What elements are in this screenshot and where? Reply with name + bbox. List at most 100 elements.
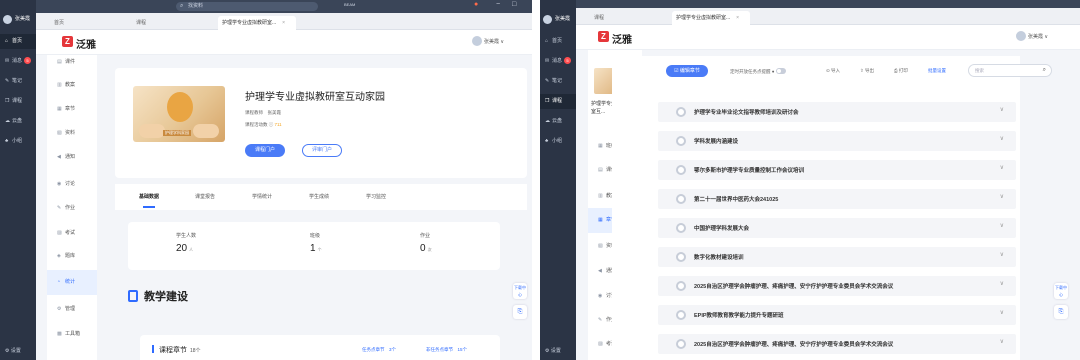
settings-button[interactable]: ⚙ 设置 [5, 347, 21, 354]
close-icon[interactable]: × [282, 20, 285, 26]
user-profile[interactable]: 张美霞 [543, 14, 570, 25]
chapter-row[interactable]: 数字化教材建设培训 ∨ [658, 247, 1016, 267]
stat-students[interactable]: 学生人数 20 人 [176, 232, 196, 254]
nav-item-lesson-plan[interactable]: ▥ 教案 [47, 73, 97, 98]
tab-courses[interactable]: 课程 [132, 16, 150, 30]
course-portal-button[interactable]: 课程门户 [245, 144, 285, 157]
sidebar-item-cloud[interactable]: ☁ 云盘 [0, 114, 36, 129]
sidebar-item-groups[interactable]: ♣ 小组 [540, 134, 576, 149]
task-chapter-link[interactable]: 任务点章节 3个 [362, 347, 396, 353]
tab-courses[interactable]: 课程 [590, 11, 608, 25]
sidebar-item-courses[interactable]: ❒ 课程 [0, 94, 36, 109]
stat-homework[interactable]: 作业 0 次 [420, 232, 432, 254]
sidebar-item-messages[interactable]: ✉ 消息 5 [0, 54, 36, 69]
nav-item-notices[interactable]: ◀ 通知 [47, 145, 97, 170]
folder-icon: ▧ [598, 243, 603, 249]
chevron-down-icon[interactable]: ∨ [1000, 164, 1004, 171]
toggle-switch[interactable] [776, 68, 787, 74]
sidebar-item-cloud[interactable]: ☁ 云盘 [540, 114, 576, 129]
header-user-menu[interactable]: 张美霞 ∨ [1016, 31, 1048, 41]
chapter-row[interactable]: 护理学专业毕业论文指导教师培训及研讨会 ∨ [658, 102, 1016, 122]
download-center-button[interactable]: 下载中心 [1054, 283, 1068, 299]
nav-item-statistics[interactable]: ◔ 统计 [47, 270, 97, 295]
nav-item-toolbox[interactable]: ▩ 工具箱 [47, 322, 97, 347]
tab-course-detail[interactable]: 护理学专业虚拟教研室... × [218, 16, 296, 30]
maximize-icon[interactable]: □ [512, 1, 516, 8]
sidebar-item-groups[interactable]: ♣ 小组 [0, 134, 36, 149]
tab-course-detail[interactable]: 护理学专业虚拟教研室... × [672, 11, 750, 25]
tab-class-report[interactable]: 课堂报告 [195, 193, 215, 200]
chapter-status-icon [676, 310, 686, 320]
batch-settings-button[interactable]: 批量设置 [928, 68, 946, 74]
copy-icon[interactable]: ⎘ [513, 305, 527, 319]
copy-icon[interactable]: ⎘ [1054, 305, 1068, 319]
sidebar-item-home[interactable]: ⌂ 首页 [540, 34, 576, 49]
avatar-dot-icon[interactable]: ● [474, 1, 478, 8]
sidebar-item-notes[interactable]: ✎ 笔记 [0, 74, 36, 89]
chevron-down-icon[interactable]: ∨ [1000, 280, 1004, 287]
sidebar-item-notes[interactable]: ✎ 笔记 [540, 74, 576, 89]
group-icon: ♣ [545, 138, 549, 144]
tab-learning-stats[interactable]: 学情统计 [252, 193, 272, 200]
chat-icon: ◉ [57, 181, 62, 187]
tab-basic-data[interactable]: 基础数据 [139, 193, 159, 208]
nav-item-discussion[interactable]: ◉ 讨论 [47, 172, 97, 197]
tab-learning-monitor[interactable]: 学习监控 [366, 193, 386, 200]
nav-item-question-bank[interactable]: ◈ 题库 [47, 244, 97, 269]
chapter-row[interactable]: EPIP教师教育教学能力提升专题研班 ∨ [658, 305, 1016, 325]
chevron-down-icon[interactable]: ∨ [1000, 251, 1004, 258]
chapter-row[interactable]: 2025自治区护理学会肿瘤护理、疼痛护理、安宁疗护护理专业委员会学术交流会议 ∨ [658, 276, 1016, 296]
close-icon[interactable]: × [736, 15, 739, 21]
course-icon: ❒ [545, 98, 550, 104]
edit-chapters-button[interactable]: ☑ 编辑章节 [666, 65, 708, 77]
chevron-down-icon[interactable]: ∨ [1000, 309, 1004, 316]
review-portal-button[interactable]: 评审门户 [302, 144, 342, 157]
nav-item-manage[interactable]: ⚙ 管理 [47, 297, 97, 322]
chevron-down-icon[interactable]: ∨ [1000, 135, 1004, 142]
chevron-down-icon[interactable]: ∨ [1000, 193, 1004, 200]
download-center-button[interactable]: 下载中心 [513, 283, 527, 299]
brand-logo[interactable]: Z 泛雅 [598, 31, 632, 46]
chapter-status-icon [676, 223, 686, 233]
chevron-down-icon[interactable]: ∨ [1000, 106, 1004, 113]
course-cover-image[interactable]: 护理学科家园 [133, 86, 225, 142]
tab-home[interactable]: 首页 [50, 16, 68, 30]
non-task-chapter-link[interactable]: 非任务点章节 15个 [426, 347, 467, 353]
nav-item-homework[interactable]: ✎ 作业 [47, 196, 97, 221]
timed-reminder-toggle[interactable]: 定时开放任务点提醒 ● [730, 68, 787, 75]
chapter-row[interactable]: 第二十一届世界中医药大会241025 ∨ [658, 189, 1016, 209]
import-button[interactable]: ⊙ 导入 [826, 68, 840, 74]
tab-student-grades[interactable]: 学生成绩 [309, 193, 329, 200]
chapter-row[interactable]: 中国护理学科发展大会 ∨ [658, 218, 1016, 238]
document-icon: ▥ [598, 193, 603, 199]
chevron-down-icon[interactable]: ∨ [1000, 338, 1004, 345]
chapter-row[interactable]: 鄂尔多斯市护理学专业质量控制工作会议培训 ∨ [658, 160, 1016, 180]
nav-item-exams[interactable]: ▨ 考试 [47, 221, 97, 246]
mail-icon: ✉ [545, 58, 550, 64]
logo-icon: Z [62, 36, 73, 47]
export-button[interactable]: ⇧ 导出 [860, 68, 874, 74]
chapter-row[interactable]: 2025自治区护理学会肿瘤护理、疼痛护理、安宁疗护护理专业委员会学术交流会议 ∨ [658, 334, 1016, 354]
nav-item-materials[interactable]: ▧ 资料 [47, 121, 97, 146]
settings-button[interactable]: ⚙ 设置 [545, 347, 561, 354]
sidebar-item-courses[interactable]: ❒ 课程 [540, 94, 576, 109]
brand-logo[interactable]: Z 泛雅 [62, 36, 96, 51]
chapter-search-input[interactable]: 搜索 ⌕ [968, 64, 1052, 77]
global-search-input[interactable]: ⌕ 找资料 [176, 2, 318, 11]
home-icon: ⌂ [5, 38, 9, 44]
course-sidebar: ▤ 课件 ▥ 教案 ▦ 章节 ▧ 资料 ◀ 通知 ◉ 讨论 ✎ 作业 ▨ 考试 ◈ 题库 ◔ 统计 … [47, 55, 97, 360]
stats-tabs: 基础数据 课堂报告 学情统计 学生成绩 学习监控 [115, 184, 527, 210]
document-icon: ▥ [57, 82, 62, 88]
stat-classes[interactable]: 班级 1 个 [310, 232, 322, 254]
user-profile[interactable]: 张美霞 [3, 14, 30, 25]
nav-item-courseware[interactable]: ▤ 课件 [47, 50, 97, 75]
chapter-row[interactable]: 学科发展内涵建设 ∨ [658, 131, 1016, 151]
chevron-down-icon[interactable]: ∨ [1000, 222, 1004, 229]
print-button[interactable]: ⎙ 打印 [894, 68, 908, 74]
book-icon [128, 290, 138, 302]
header-user-menu[interactable]: 张美霞 ∨ [472, 36, 504, 46]
sidebar-item-home[interactable]: ⌂ 首页 [0, 34, 36, 49]
minimize-icon[interactable]: − [496, 1, 500, 8]
sidebar-item-messages[interactable]: ✉ 消息 5 [540, 54, 576, 69]
nav-item-chapters[interactable]: ▦ 章节 [47, 97, 97, 122]
